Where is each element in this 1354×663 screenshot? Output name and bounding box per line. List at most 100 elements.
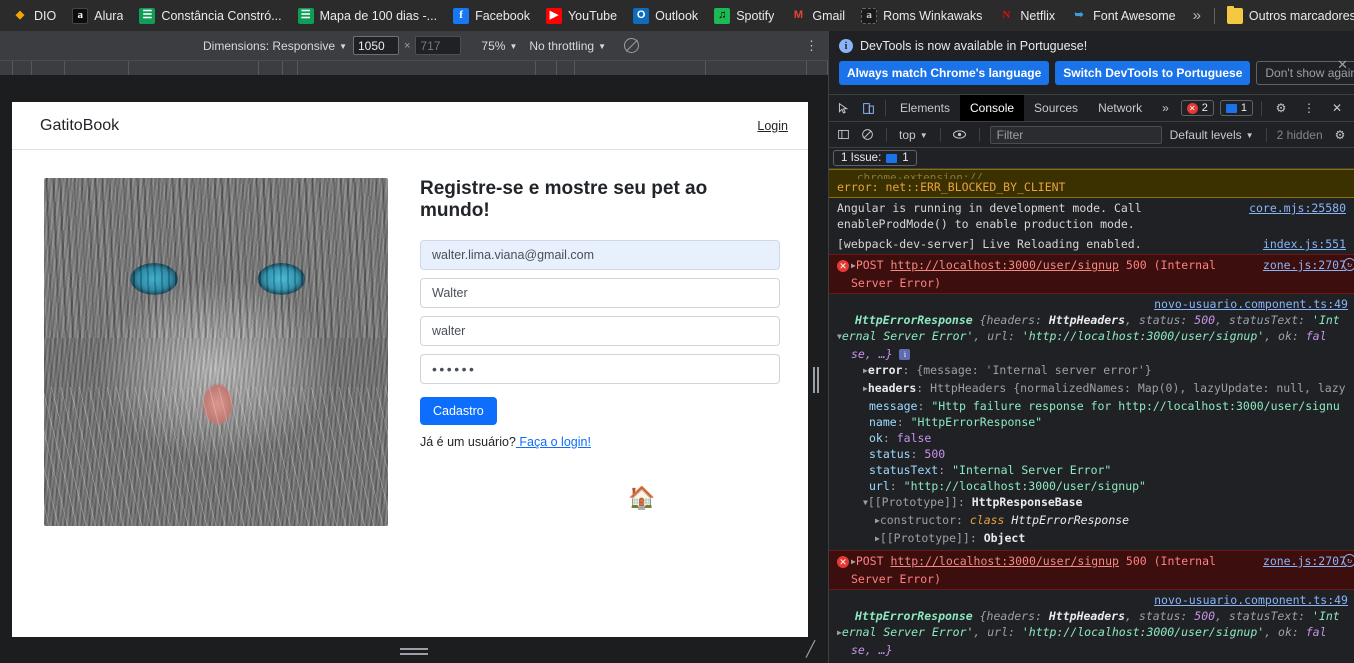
source-link[interactable]: index.js:551	[1263, 236, 1346, 252]
inspect-element-icon[interactable]	[831, 95, 856, 121]
close-icon[interactable]: ✕	[1324, 101, 1350, 115]
toggle-device-toolbar-icon[interactable]	[856, 95, 881, 121]
device-toolbar-more-options[interactable]: ⋮	[805, 39, 828, 52]
site-brand[interactable]: GatitoBook	[40, 117, 119, 135]
bookmark-font-awesome[interactable]: ➥ Font Awesome	[1063, 4, 1183, 28]
console-message-list[interactable]: ...chrome-extension://... error: net::ER…	[829, 169, 1354, 663]
tabs-overflow-button[interactable]: »	[1152, 95, 1179, 121]
source-link[interactable]: core.mjs:25580	[1249, 200, 1346, 216]
full-name-field[interactable]: Walter	[420, 278, 780, 308]
always-match-language-button[interactable]: Always match Chrome's language	[839, 61, 1050, 85]
log-levels-label: Default levels	[1169, 127, 1242, 142]
property-value: false	[896, 431, 932, 445]
console-sidebar-icon[interactable]	[834, 128, 852, 141]
expand-triangle-icon[interactable]: ▶	[851, 258, 856, 274]
no-throttling-icon[interactable]	[624, 38, 639, 53]
tab-console[interactable]: Console	[960, 95, 1025, 121]
gmail-icon: M	[793, 9, 803, 21]
clear-console-icon[interactable]	[858, 128, 876, 141]
source-link[interactable]: zone.js:2707	[1263, 553, 1346, 569]
bookmark-dio[interactable]: ◆ DIO	[4, 4, 64, 28]
bookmark-alura[interactable]: a Alura	[64, 4, 131, 28]
collapse-triangle-icon[interactable]: ▼	[863, 495, 868, 511]
expand-triangle-icon[interactable]: ▶	[863, 381, 868, 397]
bookmark-facebook[interactable]: f Facebook	[445, 4, 538, 28]
console-message-post-error-2[interactable]: zone.js:2707 ↻ ✕ ▶POST http://localhost:3…	[829, 550, 1354, 590]
console-message-angular[interactable]: core.mjs:25580 Angular is running in dev…	[829, 198, 1354, 234]
bookmark-constancia[interactable]: ☰ Constância Constró...	[131, 4, 289, 28]
login-link[interactable]: Faça o login!	[516, 435, 591, 449]
property-name: message	[869, 399, 918, 413]
info-icon: i	[839, 39, 853, 53]
execution-context-dropdown[interactable]: top ▼	[897, 122, 930, 147]
dimensions-dropdown[interactable]: Dimensions: Responsive ▼	[197, 31, 353, 60]
console-message-webpack[interactable]: index.js:551 [webpack-dev-server] Live R…	[829, 234, 1354, 254]
post-status-text-continued: Server Error)	[851, 572, 942, 586]
message-count-badge[interactable]: 1	[1219, 100, 1254, 116]
tab-network[interactable]: Network	[1088, 95, 1152, 121]
tab-elements[interactable]: Elements	[890, 95, 960, 121]
tab-sources[interactable]: Sources	[1024, 95, 1088, 121]
expand-triangle-icon[interactable]: ▶	[863, 363, 868, 379]
home-icon[interactable]: 🏠	[628, 485, 655, 510]
viewport-width-input[interactable]: 1050	[352, 36, 399, 55]
constructor-value: HttpErrorResponse	[1011, 513, 1130, 527]
signup-submit-button[interactable]: Cadastro	[420, 397, 497, 425]
error-count-badge[interactable]: ✕ 2	[1180, 100, 1214, 116]
source-link[interactable]: zone.js:2707	[1263, 257, 1346, 273]
viewport-resize-handle-right[interactable]	[812, 335, 820, 425]
more-options-icon[interactable]: ⋮	[1296, 101, 1322, 115]
log-levels-dropdown[interactable]: Default levels ▼	[1168, 122, 1256, 147]
viewport-resize-handle-corner[interactable]: ╱	[806, 642, 824, 660]
network-timing-icon[interactable]: ↻	[1343, 258, 1354, 271]
post-url[interactable]: http://localhost:3000/user/signup	[890, 554, 1118, 568]
expand-triangle-icon[interactable]: ▶	[875, 531, 880, 547]
console-message-post-error-1[interactable]: zone.js:2707 ↻ ✕ ▶POST http://localhost:3…	[829, 254, 1354, 294]
collapse-triangle-icon[interactable]: ▼	[837, 329, 842, 345]
expand-triangle-icon[interactable]: ▶	[851, 554, 856, 570]
console-filter-input[interactable]: Filter	[989, 125, 1162, 144]
angular-message-line2: enableProdMode() to enable production mo…	[837, 217, 1135, 231]
other-bookmarks-folder[interactable]: Outros marcadores	[1219, 4, 1354, 28]
gear-icon[interactable]: ⚙	[1268, 101, 1294, 115]
chevron-down-icon: ▼	[509, 41, 518, 51]
throttling-dropdown[interactable]: No throttling ▼	[523, 31, 612, 60]
bookmarks-overflow-button[interactable]: »	[1184, 7, 1210, 24]
obj-class-name: HttpErrorResponse	[855, 313, 980, 327]
console-message-error-object-1[interactable]: novo-usuario.component.ts:49 HttpErrorRe…	[829, 294, 1354, 550]
bookmark-youtube[interactable]: ▶ YouTube	[538, 4, 625, 28]
toolbar-separator	[939, 127, 941, 142]
toolbar-separator	[1265, 127, 1267, 142]
console-settings-gear-icon[interactable]: ⚙	[1331, 128, 1349, 142]
bookmark-outlook[interactable]: O Outlook	[625, 4, 706, 28]
prototype-value: HttpResponseBase	[971, 495, 1083, 509]
issues-chip[interactable]: 1 Issue: 1	[833, 150, 917, 166]
console-message-net-error[interactable]: ...chrome-extension://... error: net::ER…	[829, 169, 1354, 198]
viewport-height-input[interactable]: 717	[415, 36, 462, 55]
console-message-error-object-2[interactable]: novo-usuario.component.ts:49 HttpErrorRe…	[829, 590, 1354, 660]
close-icon[interactable]: ✕	[1337, 57, 1348, 73]
execution-context-label: top	[899, 127, 916, 142]
network-timing-icon[interactable]: ↻	[1343, 554, 1354, 567]
source-link[interactable]: novo-usuario.component.ts:49	[837, 592, 1348, 608]
zoom-dropdown[interactable]: 75% ▼	[475, 31, 523, 60]
username-field[interactable]: walter	[420, 316, 780, 346]
bookmark-mapa-100-dias[interactable]: ☰ Mapa de 100 dias -...	[290, 4, 445, 28]
password-field[interactable]: ••••••	[420, 354, 780, 384]
live-expression-icon[interactable]	[951, 128, 969, 141]
header-login-link[interactable]: Login	[757, 119, 788, 133]
obj-text: HttpHeaders	[1048, 609, 1126, 623]
bookmark-gmail[interactable]: M Gmail	[782, 4, 853, 28]
info-icon[interactable]: i	[899, 349, 911, 360]
bookmark-roms-winkawaks[interactable]: a Roms Winkawaks	[853, 4, 990, 28]
expand-triangle-icon[interactable]: ▶	[875, 513, 880, 529]
bookmark-netflix[interactable]: N Netflix	[990, 4, 1063, 28]
switch-to-portuguese-button[interactable]: Switch DevTools to Portuguese	[1055, 61, 1251, 85]
email-field[interactable]: walter.lima.viana@gmail.com	[420, 240, 780, 270]
bookmark-spotify[interactable]: ♫ Spotify	[706, 4, 782, 28]
viewport-resize-handle-bottom[interactable]	[396, 645, 432, 657]
source-link[interactable]: novo-usuario.component.ts:49	[837, 296, 1348, 312]
expand-triangle-icon[interactable]: ▶	[837, 625, 842, 641]
page-body: Registre-se e mostre seu pet ao mundo! w…	[12, 150, 808, 526]
post-url[interactable]: http://localhost:3000/user/signup	[890, 258, 1118, 272]
